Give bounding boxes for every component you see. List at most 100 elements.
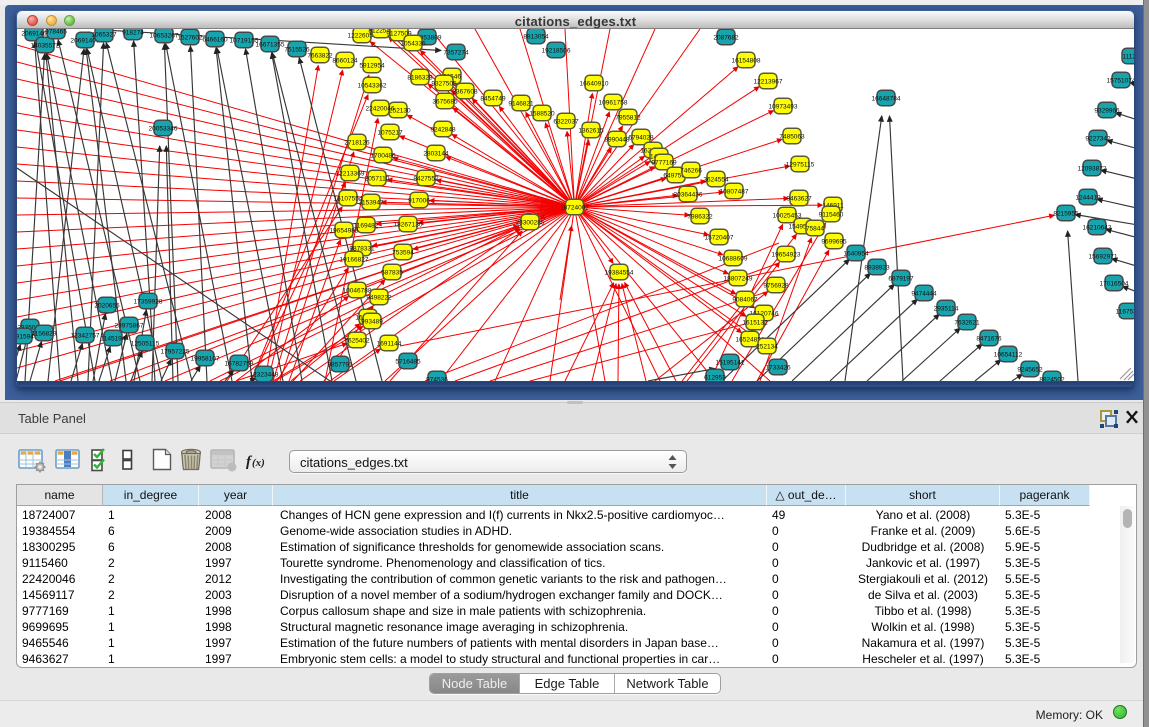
svg-text:18267130: 18267130 (394, 221, 423, 228)
svg-text:9463627: 9463627 (786, 195, 812, 202)
svg-text:12213967: 12213967 (754, 78, 783, 85)
svg-text:8186328: 8186328 (407, 74, 433, 81)
svg-text:12093872: 12093872 (1078, 165, 1107, 172)
svg-text:6322037: 6322037 (553, 118, 579, 125)
svg-text:16154808: 16154808 (732, 57, 761, 64)
svg-text:12213369: 12213369 (336, 170, 365, 177)
svg-text:9699695: 9699695 (821, 238, 847, 245)
svg-text:9756928: 9756928 (763, 282, 789, 289)
svg-text:23300285: 23300285 (516, 219, 545, 226)
svg-text:7632621: 7632621 (954, 319, 980, 326)
svg-text:8924502: 8924502 (1039, 376, 1065, 381)
svg-text:753594: 753594 (392, 249, 414, 256)
svg-text:20053346: 20053346 (149, 125, 178, 132)
svg-text:10973493: 10973493 (769, 103, 798, 110)
svg-text:16210643: 16210643 (1083, 224, 1112, 231)
svg-text:2935114: 2935114 (934, 305, 959, 312)
svg-text:9857791: 9857791 (327, 361, 353, 368)
svg-text:9777169: 9777169 (651, 159, 677, 166)
svg-text:1145194: 1145194 (101, 335, 126, 342)
svg-text:9115460: 9115460 (819, 211, 844, 218)
svg-text:1075217: 1075217 (377, 129, 403, 136)
svg-text:10046788: 10046788 (343, 287, 372, 294)
svg-text:8813054: 8813054 (523, 33, 549, 40)
svg-text:16648784: 16648784 (872, 95, 901, 102)
svg-text:11125: 11125 (1122, 53, 1134, 60)
svg-text:15720407: 15720407 (705, 234, 734, 241)
svg-text:1065327: 1065327 (91, 31, 117, 38)
svg-text:7485063: 7485063 (779, 133, 805, 140)
svg-text:587835: 587835 (381, 269, 403, 276)
svg-text:8990448: 8990448 (604, 136, 630, 143)
svg-text:2020655: 2020655 (94, 302, 120, 309)
svg-text:18807249: 18807249 (724, 275, 753, 282)
svg-text:1733426: 1733426 (765, 364, 791, 371)
svg-text:19218506: 19218506 (542, 47, 571, 54)
svg-text:10654112: 10654112 (994, 351, 1023, 358)
svg-text:252134: 252134 (756, 343, 778, 350)
svg-text:974536: 974536 (426, 376, 448, 381)
svg-text:8660124: 8660124 (332, 57, 358, 64)
svg-text:16640910: 16640910 (580, 80, 609, 87)
svg-text:8938923: 8938923 (864, 264, 890, 271)
svg-text:1691144: 1691144 (377, 340, 402, 347)
svg-text:17016504: 17016504 (1100, 280, 1129, 287)
svg-text:2069146: 2069146 (21, 30, 47, 37)
svg-text:746266: 746266 (680, 167, 702, 174)
svg-text:10961758: 10961758 (599, 99, 628, 106)
svg-text:7955812: 7955812 (615, 114, 641, 121)
svg-text:917006: 917006 (408, 197, 430, 204)
svg-text:7357274: 7357274 (443, 49, 469, 56)
svg-text:1167533: 1167533 (1116, 308, 1134, 315)
svg-text:14035572: 14035572 (31, 42, 60, 49)
svg-text:9498222: 9498222 (366, 294, 392, 301)
svg-text:6466160: 6466160 (202, 36, 228, 43)
svg-text:1527602: 1527602 (177, 34, 203, 41)
svg-text:7625402: 7625402 (344, 337, 370, 344)
svg-text:9245652: 9245652 (1017, 366, 1043, 373)
svg-text:1588520: 1588520 (529, 110, 555, 117)
svg-text:16782759: 16782759 (225, 360, 254, 367)
svg-text:12323448: 12323448 (250, 371, 279, 378)
svg-text:19958107: 19958107 (191, 355, 220, 362)
svg-text:9084067: 9084067 (732, 296, 758, 303)
svg-text:16671355: 16671355 (256, 41, 285, 48)
svg-text:10688609: 10688609 (719, 255, 748, 262)
svg-text:2718126: 2718126 (344, 139, 370, 146)
svg-text:9327505: 9327505 (431, 80, 457, 87)
svg-text:16107554: 16107554 (334, 195, 363, 202)
svg-text:20364436: 20364436 (674, 191, 703, 198)
svg-text:75844: 75844 (806, 225, 824, 232)
svg-text:19654923: 19654923 (772, 251, 801, 258)
svg-text:612953: 612953 (704, 374, 726, 381)
svg-text:(x): (x) (252, 457, 265, 469)
svg-text:9329966: 9329966 (1094, 107, 1120, 114)
svg-text:12505115: 12505115 (131, 340, 160, 347)
svg-text:2087682: 2087682 (713, 34, 739, 41)
svg-text:1156829: 1156829 (32, 330, 57, 337)
svg-text:9146821: 9146821 (508, 100, 534, 107)
svg-text:918274: 918274 (122, 29, 144, 36)
svg-text:7515526: 7515526 (284, 46, 310, 53)
svg-text:2367608: 2367608 (452, 88, 478, 95)
svg-text:10653267: 10653267 (150, 32, 179, 39)
svg-text:19384554: 19384554 (605, 269, 634, 276)
svg-text:978465: 978465 (45, 29, 67, 35)
svg-text:1054336: 1054336 (400, 40, 426, 47)
svg-text:23975867: 23975867 (115, 322, 144, 329)
svg-text:6879197: 6879197 (888, 275, 914, 282)
svg-text:8471676: 8471676 (976, 335, 1002, 342)
svg-text:8427552: 8427552 (413, 175, 439, 182)
svg-text:5912954: 5912954 (359, 62, 385, 69)
svg-text:9474444: 9474444 (911, 290, 937, 297)
svg-text:15692971: 15692971 (1089, 253, 1118, 260)
svg-text:12975115: 12975115 (786, 161, 815, 168)
svg-text:18724007: 18724007 (560, 204, 589, 211)
svg-text:5716485: 5716485 (395, 358, 421, 365)
svg-text:19166827: 19166827 (340, 256, 369, 263)
svg-text:993489: 993489 (361, 318, 383, 325)
svg-text:17359928: 17359928 (134, 298, 163, 305)
svg-text:7986322: 7986322 (687, 213, 713, 220)
svg-text:6794028: 6794028 (628, 134, 654, 141)
svg-text:10719155: 10719155 (230, 37, 259, 44)
